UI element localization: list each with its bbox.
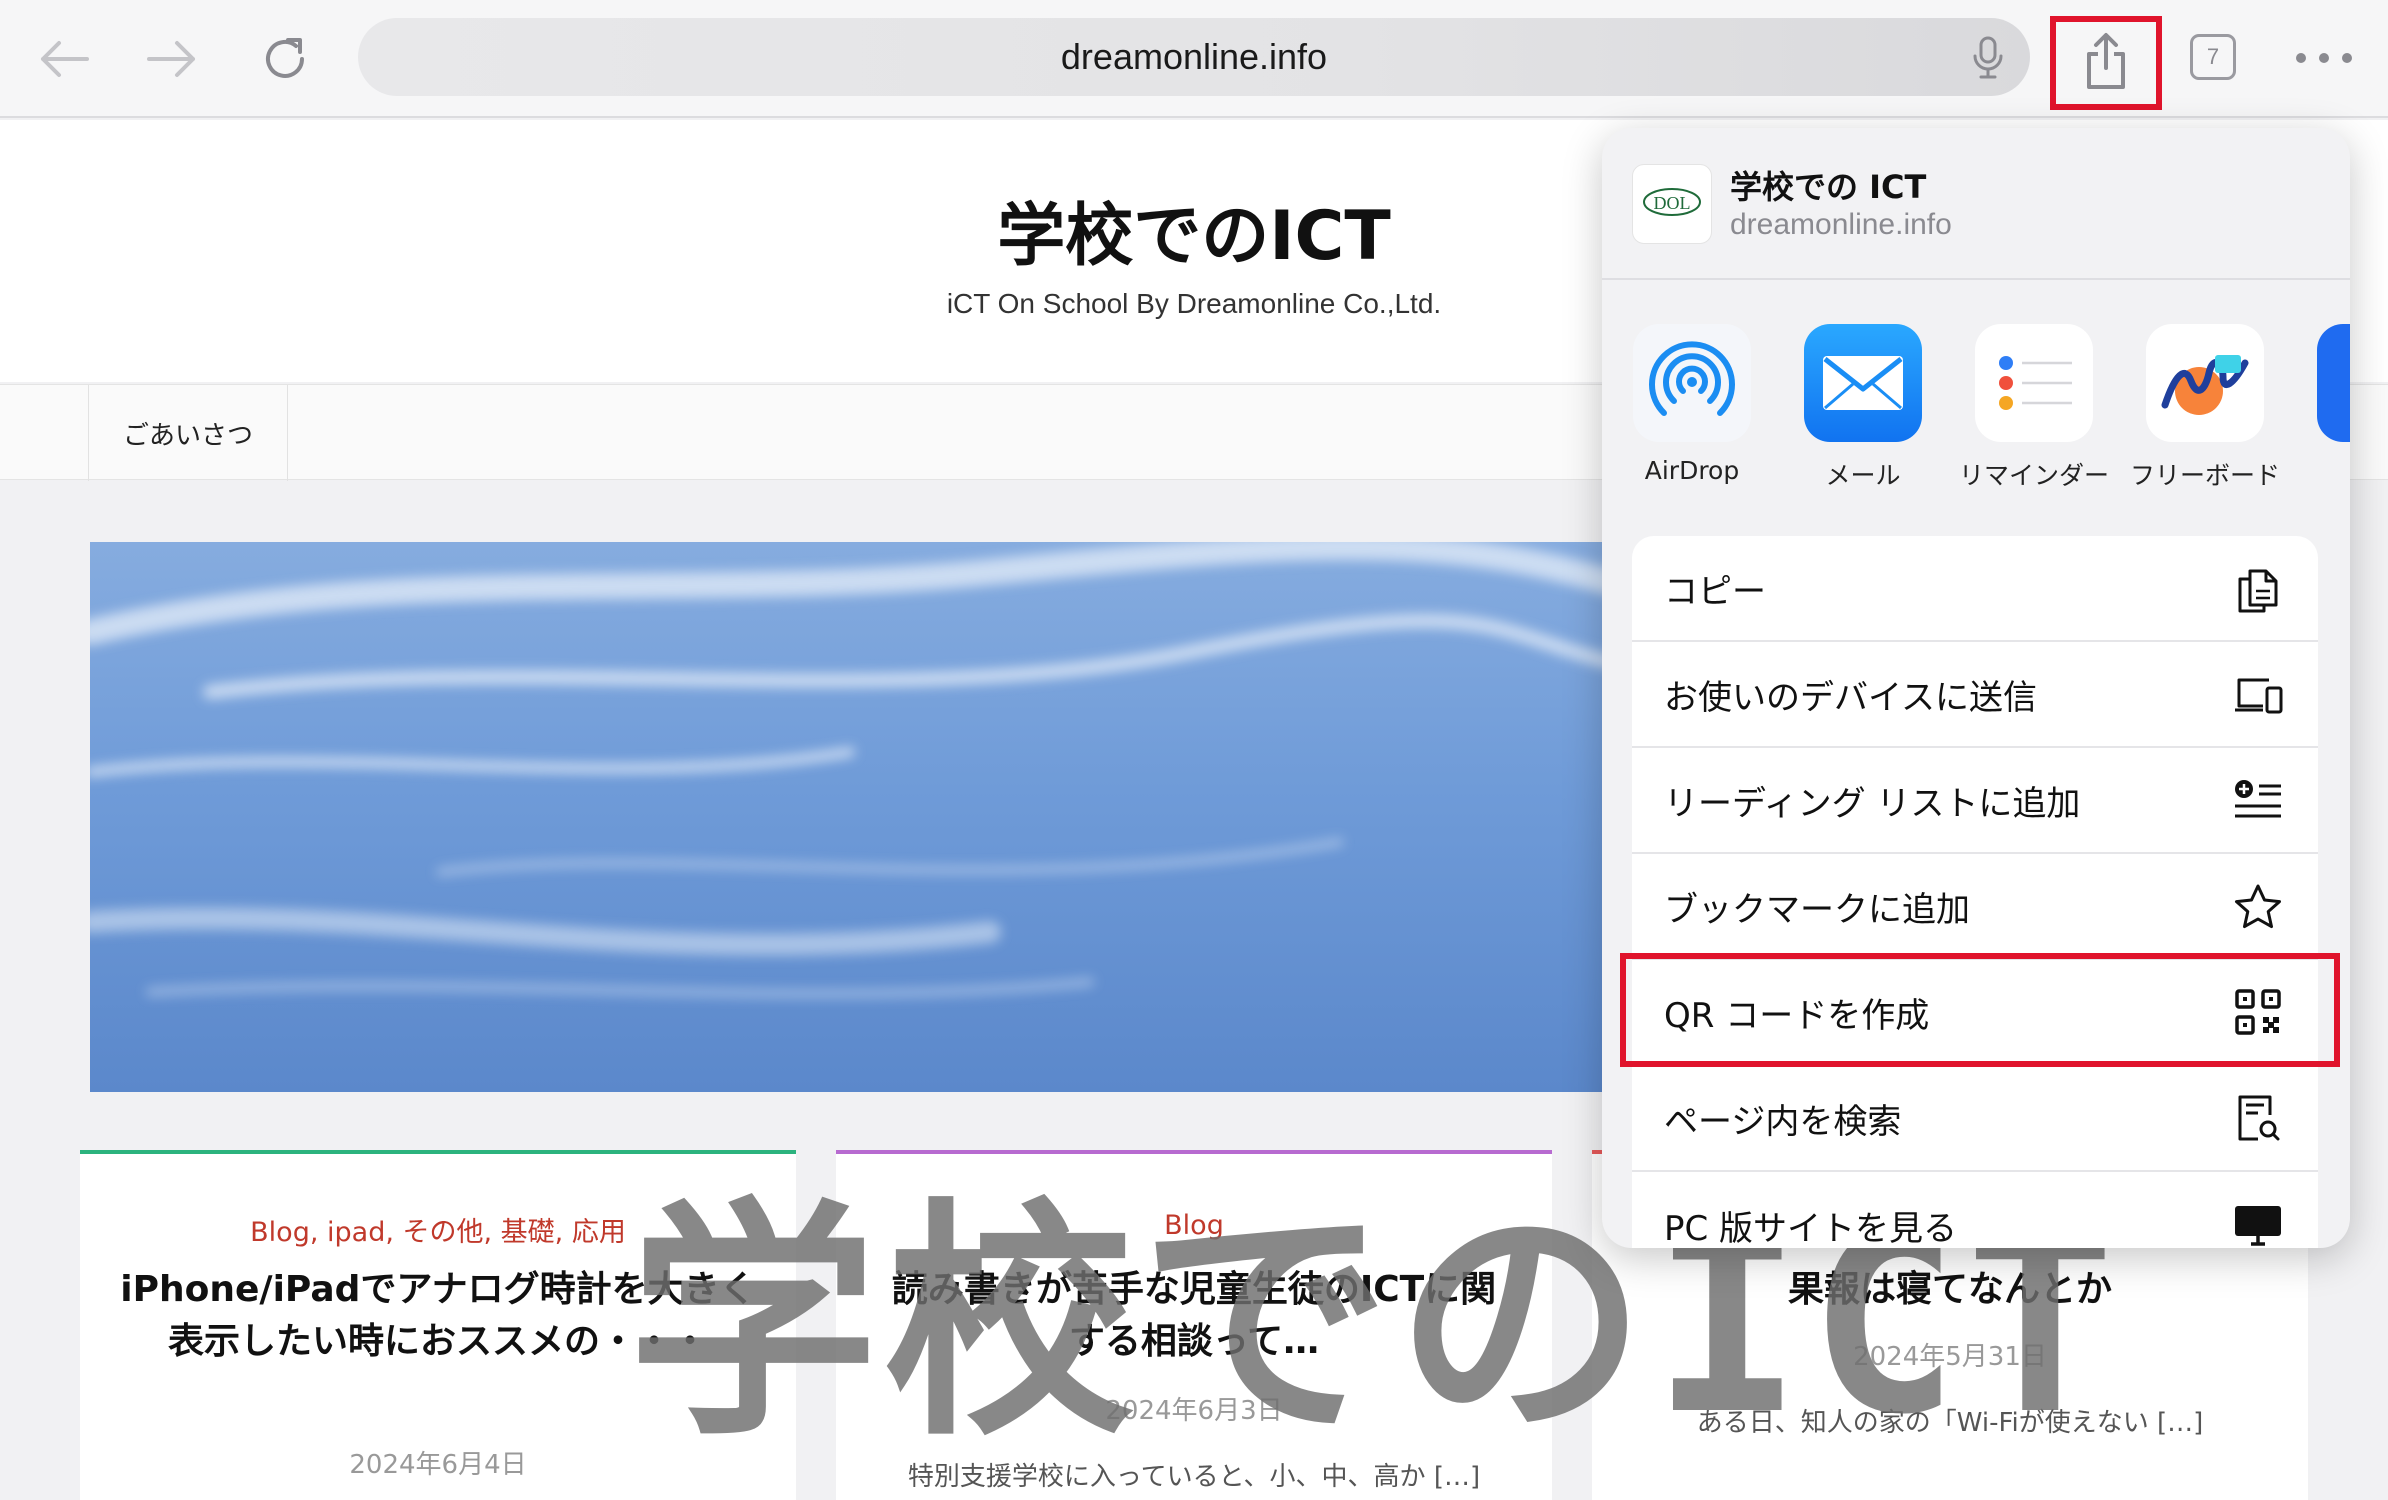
qr-code-highlight-box xyxy=(1620,953,2340,1067)
post-date: 2024年6月3日 xyxy=(1105,1396,1283,1426)
star-icon xyxy=(2230,878,2286,934)
app-freeform[interactable]: フリーボード xyxy=(2120,324,2290,492)
request-desktop-site-action[interactable]: PC 版サイトを見る xyxy=(1632,1172,2318,1248)
share-page-url: dreamonline.info xyxy=(1730,208,1952,241)
post-title[interactable]: 読み書きが苦手な児童生徒のICTに関する相談って… xyxy=(876,1264,1512,1368)
app-zoom[interactable]: z Z xyxy=(2291,324,2350,485)
tab-count: 7 xyxy=(2206,44,2220,69)
nav-item-greeting[interactable]: ごあいさつ xyxy=(88,385,289,481)
action-label: PC 版サイトを見る xyxy=(1664,1208,1958,1249)
action-label: ブックマークに追加 xyxy=(1664,889,1970,930)
zoom-icon: z xyxy=(2317,324,2350,442)
post-excerpt: 特別支援学校に入っていると、小、中、高か […] xyxy=(907,1462,1481,1492)
app-airdrop[interactable]: AirDrop xyxy=(1607,324,1777,485)
action-label: ページ内を検索 xyxy=(1664,1101,1902,1142)
post-card[interactable]: Blog, ipad, その他, 基礎, 応用 iPhone/iPadでアナログ… xyxy=(80,1150,796,1500)
mail-icon xyxy=(1804,324,1922,442)
find-on-page-icon xyxy=(2230,1090,2286,1146)
copy-action[interactable]: コピー xyxy=(1632,536,2318,642)
more-icon[interactable] xyxy=(2296,36,2352,80)
share-page-title: 学校での ICT xyxy=(1730,168,1927,206)
reload-icon[interactable] xyxy=(250,24,320,94)
action-label: コピー xyxy=(1664,571,1766,612)
share-apps-row: AirDrop メール リマインダー フリーボード xyxy=(1602,324,2350,490)
post-title[interactable]: iPhone/iPadでアナログ時計を大きく表示したい時におススメの・・・ xyxy=(120,1264,756,1368)
app-label: Z xyxy=(2291,456,2350,485)
desktop-icon xyxy=(2230,1197,2286,1248)
post-date: 2024年5月31日 xyxy=(1853,1342,2047,1372)
post-date: 2024年6月4日 xyxy=(349,1450,527,1480)
app-label: メール xyxy=(1825,461,1901,490)
post-excerpt: ある日、知人の家の「Wi-Fiが使えない […] xyxy=(1696,1408,2204,1438)
address-bar[interactable]: dreamonline.info xyxy=(358,18,2030,96)
favicon-text: DOL xyxy=(1654,193,1691,213)
app-mail[interactable]: メール xyxy=(1778,324,1948,492)
app-label: AirDrop xyxy=(1644,456,1740,485)
share-actions-list: コピー お使いのデバイスに送信 リーディング リストに追加 ブックマークに追加 … xyxy=(1632,536,2318,1248)
post-title[interactable]: 果報は寝てなんとか xyxy=(1632,1264,2268,1316)
airdrop-icon xyxy=(1633,324,1751,442)
reminders-icon xyxy=(1975,324,2093,442)
freeform-icon xyxy=(2146,324,2264,442)
app-label: リマインダー xyxy=(1958,461,2109,490)
hero-sky-image xyxy=(90,542,1610,1092)
find-on-page-action[interactable]: ページ内を検索 xyxy=(1632,1066,2318,1172)
forward-arrow-icon[interactable] xyxy=(138,24,208,94)
site-favicon: DOL xyxy=(1632,164,1712,244)
action-label: お使いのデバイスに送信 xyxy=(1664,677,2037,718)
share-sheet: DOL 学校での ICT dreamonline.info AirDrop メー… xyxy=(1602,128,2350,1248)
tabs-button[interactable]: 7 xyxy=(2190,34,2236,80)
add-bookmark-action[interactable]: ブックマークに追加 xyxy=(1632,854,2318,960)
post-categories[interactable]: Blog, ipad, その他, 基礎, 応用 xyxy=(80,1210,796,1249)
add-reading-list-action[interactable]: リーディング リストに追加 xyxy=(1632,748,2318,854)
share-sheet-header: DOL 学校での ICT dreamonline.info xyxy=(1602,128,2350,280)
action-label: リーディング リストに追加 xyxy=(1664,783,2081,824)
app-reminders[interactable]: リマインダー xyxy=(1949,324,2119,492)
app-label: フリーボード xyxy=(2129,461,2280,490)
browser-toolbar: dreamonline.info 7 xyxy=(0,0,2388,118)
share-icon xyxy=(2084,32,2128,94)
post-categories[interactable]: Blog xyxy=(836,1210,1552,1241)
microphone-icon[interactable] xyxy=(1972,36,2004,84)
back-arrow-icon[interactable] xyxy=(28,24,98,94)
share-button[interactable] xyxy=(2050,16,2162,110)
copy-icon xyxy=(2230,560,2286,616)
url-text: dreamonline.info xyxy=(1060,36,1328,77)
reading-list-icon xyxy=(2230,772,2286,828)
devices-icon xyxy=(2230,666,2286,722)
send-to-device-action[interactable]: お使いのデバイスに送信 xyxy=(1632,642,2318,748)
post-card[interactable]: Blog 読み書きが苦手な児童生徒のICTに関する相談って… 2024年6月3日… xyxy=(836,1150,1552,1500)
